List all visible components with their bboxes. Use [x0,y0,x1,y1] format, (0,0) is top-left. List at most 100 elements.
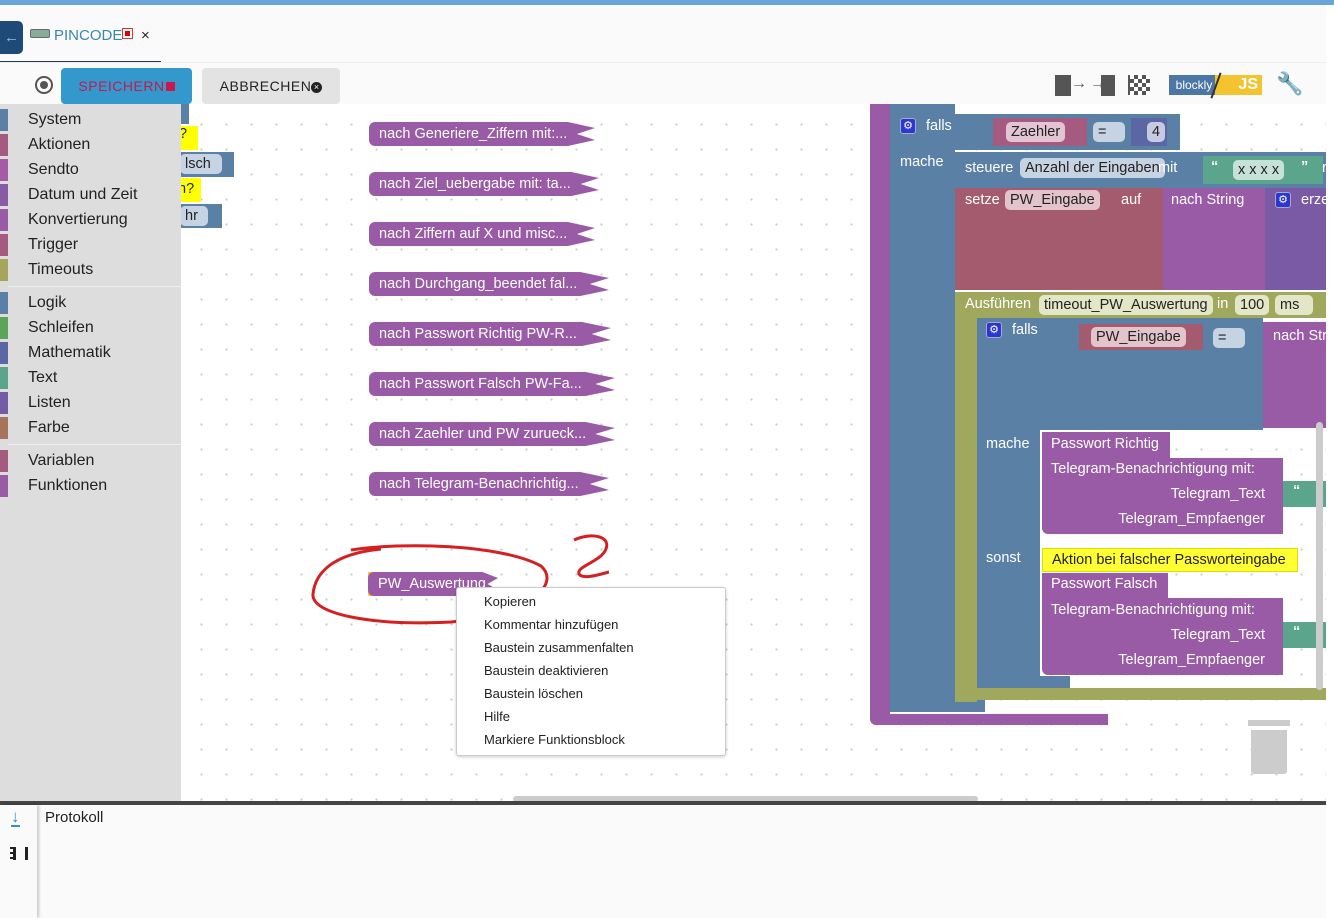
toolbox-item-konvertierung[interactable]: Konvertierung [0,208,181,232]
trash-icon[interactable] [1248,720,1290,774]
vertical-scrollbar[interactable] [1316,422,1323,690]
timeout-name-input[interactable]: timeout_PW_Auswertung [1039,295,1213,315]
number-4[interactable]: 4 [1147,122,1166,142]
unit-dropdown[interactable]: ms [1275,295,1313,315]
mit-label: mit [1158,160,1178,176]
cut-label: r [1322,160,1326,176]
set-variable-block[interactable]: setze PW_Eingabe auf [955,188,1163,290]
toolbox-item-schleifen[interactable]: Schleifen [0,316,181,340]
toolbar: SPEICHERN ABBRECHEN × → → blockly JS 🔧 [0,62,1326,104]
text-value[interactable]: x x x x [1233,160,1285,180]
toolbox-item-system[interactable]: System [0,108,181,132]
cancel-button[interactable]: ABBRECHEN × [202,68,340,104]
context-menu-item[interactable]: Baustein löschen [484,684,583,704]
timeout-block[interactable]: Ausführen timeout_PW_Auswertung in 100 m… [955,292,1326,318]
context-menu-item[interactable]: Baustein deaktivieren [484,661,608,681]
export-arrow-icon: → [1071,75,1087,92]
toolbox-item-funktionen[interactable]: Funktionen [0,474,181,498]
delay-input[interactable]: 100 [1235,295,1270,315]
eq-dropdown[interactable]: = [1093,122,1125,142]
toolbox-item-label: Aktionen [28,136,91,153]
toolbox-item-label: Timeouts [28,261,94,278]
passwort-falsch-block[interactable]: Passwort Falsch [1042,573,1168,598]
cancel-icon: × [311,81,323,93]
toolbox-item-listen[interactable]: Listen [0,391,181,415]
log-title: Protokoll [45,809,104,826]
eq-dropdown[interactable]: = [1213,328,1245,348]
toolbox-item-label: Logik [28,294,67,311]
export-icon[interactable] [1055,75,1071,96]
state-dropdown[interactable]: Anzahl der Eingaben [1020,158,1165,178]
if-block[interactable] [890,104,955,712]
comment-bubble[interactable]: Aktion bei falscher Passworteingabe [1042,548,1298,572]
category-color [0,392,8,414]
blockly-js-toggle[interactable]: blockly JS [1165,72,1262,99]
toolbox: System Aktionen Sendto Datum und Zeit Konver… [0,104,181,801]
pw-eingabe-dropdown[interactable]: PW_Eingabe [1091,327,1186,347]
telegram-block[interactable]: Telegram-Benachrichtigung mit: Telegram_… [1042,598,1283,675]
context-menu-item[interactable]: Markiere Funktionsblock [484,730,625,750]
toolbox-item-farbe[interactable]: Farbe [0,416,181,440]
toolbox-item-mathematik[interactable]: Mathematik [0,341,181,365]
category-color [0,259,8,281]
category-color [0,234,8,256]
toolbox-item-text[interactable]: Text [0,366,181,390]
category-color [0,292,8,314]
sonst-label: sonst [986,550,1021,566]
unsaved-indicator-icon [122,28,133,39]
context-menu-item[interactable]: Hilfe [484,707,510,727]
tab-title[interactable]: PINCODE [54,27,122,44]
zaehler-dropdown[interactable]: Zaehler [1006,122,1066,142]
toolbox-item-label: Konvertierung [28,211,128,228]
toolbox-item-aktionen[interactable]: Aktionen [0,133,181,157]
context-menu-item[interactable]: Baustein zusammenfalten [484,638,634,658]
checkered-flag-icon[interactable] [1128,75,1150,95]
category-color [0,109,8,131]
back-button[interactable]: ← [0,21,23,54]
telegram-block[interactable]: Telegram-Benachrichtigung mit: Telegram_… [1042,458,1283,534]
context-menu-item[interactable]: Kommentar hinzufügen [484,615,618,635]
control-state-block[interactable]: steuere Anzahl der Eingaben mit “x x x x… [955,152,1326,188]
toolbox-item-variablen[interactable]: Variablen [0,449,181,473]
toolbox-item-label: Sendto [28,161,79,178]
wrench-icon[interactable]: 🔧 [1276,71,1303,97]
toolbox-item-label: Text [28,369,58,386]
toolbox-item-trigger[interactable]: Trigger [0,233,181,257]
category-color [0,159,8,181]
mode-js: JS [1215,75,1262,95]
in-label: in [1217,296,1229,312]
log-sidebar: ↓ [0,805,37,918]
gear-icon[interactable]: ⚙ [986,322,1002,338]
toolbox-item-datum-und-zeit[interactable]: Datum und Zeit [0,183,181,207]
context-menu-item[interactable]: Kopieren [484,592,536,612]
category-color [0,475,8,497]
import-icon[interactable] [1101,75,1115,96]
falls-label: falls [926,118,952,134]
toolbox-item-timeouts[interactable]: Timeouts [0,258,181,282]
tab-close-button[interactable]: × [141,27,150,44]
locate-icon[interactable] [35,76,53,94]
toolbox-item-label: Listen [28,394,71,411]
toolbox-item-logik[interactable]: Logik [0,291,181,315]
setze-label: setze [965,192,1000,208]
scroll-down-icon[interactable]: ↓ [11,808,20,827]
category-color [0,342,8,364]
toolbox-item-sendto[interactable]: Sendto [0,158,181,182]
toolbox-separator [8,286,181,287]
category-color [0,209,8,231]
passwort-richtig-block[interactable]: Passwort Richtig [1042,432,1170,458]
to-string-block[interactable]: nach String [1163,188,1265,290]
gear-icon[interactable]: ⚙ [900,118,916,134]
toolbox-item-label: System [28,111,82,128]
toolbox-item-label: Mathematik [28,344,111,361]
nach-string-label: nach Str [1273,328,1326,344]
tab-bar: ← PINCODE × [0,5,1326,64]
cancel-label: ABBRECHEN [219,78,312,94]
gear-icon[interactable]: ⚙ [1275,192,1291,208]
pw-eingabe-dropdown[interactable]: PW_Eingabe [1005,190,1100,210]
toolbox-separator [8,444,181,445]
ausfuehren-label: Ausführen [965,296,1032,312]
save-button[interactable]: SPEICHERN [61,68,192,104]
blockly-workspace[interactable]: ? lsch n? hr nach Generiere_Ziffern mit:… [181,104,1326,801]
steuere-label: steuere [965,160,1014,176]
